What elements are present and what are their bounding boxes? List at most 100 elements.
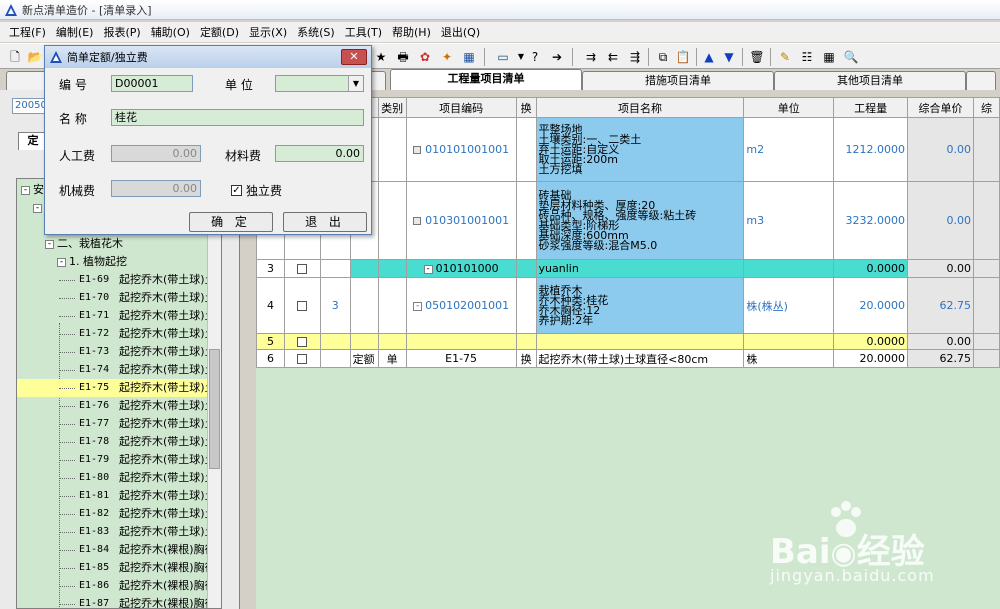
calculator-icon[interactable]: ▦ [460,48,478,66]
tree-item-e1-77[interactable]: E1-77 起挖乔木(带土球)土球 [17,415,221,433]
tree-item-e1-85[interactable]: E1-85 起挖乔木(裸根)胸径 [17,559,221,577]
arrow-right-icon[interactable]: ➔ [548,48,566,66]
tree-item-e1-76[interactable]: E1-76 起挖乔木(带土球)土球 [17,397,221,415]
move-up-icon[interactable]: ▲ [700,48,718,66]
row-unit[interactable]: m3 [743,181,835,260]
row-checkbox[interactable] [283,349,321,368]
menu-exit[interactable]: 退出(Q) [436,24,485,40]
labor-cost-input[interactable]: 0.00 [111,145,201,162]
new-file-icon[interactable]: 🗋 [6,48,24,66]
machine-cost-input[interactable]: 0.00 [111,180,201,197]
list-icon[interactable]: ☷ [798,48,816,66]
search-icon[interactable]: 🔍 [842,48,860,66]
tree-item-e1-86[interactable]: E1-86 起挖乔木(裸根)胸径 [17,577,221,595]
tree-item-e1-75[interactable]: E1-75 起挖乔木(带土球)土球 [17,379,221,397]
row-quantity[interactable]: 20.0000 [833,277,909,334]
tab-other-items[interactable]: 其他项目清单 [774,71,966,90]
project-code-field[interactable]: 20050 [12,98,48,114]
tree-scrollbar[interactable] [207,179,221,608]
table-row[interactable]: 4 3 -050102001001 栽植乔木 乔木种类:桂花 乔木胸径:12 养护期:… [256,277,1000,334]
row-name[interactable]: 砖基础 垫层材料种类、厚度:20 砖品种、规格、强度等级:粘土砖 基础类型:阶梯… [535,181,745,260]
table-row[interactable]: 6 定额单 E1-75 换起挖乔木(带土球)土球直径<80cm 株 20.0000 62.7… [256,349,1000,368]
tree-item-e1-79[interactable]: E1-79 起挖乔木(带土球)土球 [17,451,221,469]
row-unit[interactable] [743,259,835,278]
code-input[interactable]: D00001 [111,75,193,92]
row-name[interactable]: yuanlin [535,259,745,278]
row-code[interactable]: 010101001001 [405,117,517,182]
ok-button[interactable]: 确 定 [189,212,273,232]
menu-system[interactable]: 系统(S) [292,24,340,40]
checkmark-icon[interactable]: ✓ [231,185,242,196]
menu-tools[interactable]: 工具(T) [340,24,387,40]
table-row[interactable]: 3 -010101000 yuanlin 0.0000 0.00 [256,259,1000,278]
name-input[interactable]: 桂花 [111,109,364,126]
tree-node[interactable]: - 二、栽植花木 [17,235,221,253]
indent-icon[interactable]: ⇉ [582,48,600,66]
dialog-titlebar[interactable]: 简单定额/独立费 [45,46,371,68]
independent-fee-checkbox[interactable]: ✓ 独立费 [231,182,282,199]
insert-icon[interactable]: ⇶ [626,48,644,66]
row-code[interactable]: E1-75 [405,349,517,368]
recycle-icon[interactable]: ✿ [416,48,434,66]
row-code[interactable] [405,333,517,350]
collapse-icon[interactable]: - [21,185,30,195]
tree-item-e1-84[interactable]: E1-84 起挖乔木(裸根)胸径 [17,541,221,559]
row-checkbox[interactable] [283,333,321,350]
tab-measures[interactable]: 措施项目清单 [582,71,774,90]
row-name[interactable]: 平整场地 土壤类别:一、二类土 弃土运距:自定义 取土运距:200m 土方挖填 [535,117,745,182]
material-cost-input[interactable]: 0.00 [275,145,364,162]
tree-item-e1-70[interactable]: E1-70 起挖乔木(带土球)土球 [17,289,221,307]
collapse-icon[interactable]: - [423,264,433,274]
row-code[interactable]: 010301001001 [405,181,517,260]
menu-display[interactable]: 显示(X) [244,24,292,40]
move-down-icon[interactable]: ▼ [720,48,738,66]
close-icon[interactable]: ✕ [341,49,367,65]
tree-item-e1-83[interactable]: E1-83 起挖乔木(带土球)土球 [17,523,221,541]
menu-edit[interactable]: 编制(E) [51,24,99,40]
tree-item-e1-73[interactable]: E1-73 起挖乔木(带土球)土球 [17,343,221,361]
row-name[interactable] [535,333,745,350]
copy-icon[interactable]: ⧉ [654,48,672,66]
menu-help[interactable]: 帮助(H) [387,24,436,40]
row-quantity[interactable]: 0.0000 [833,259,909,278]
menu-quota[interactable]: 定额(D) [195,24,244,40]
row-unit[interactable] [743,333,835,350]
monitor-icon[interactable]: ▭ [494,48,512,66]
table-row[interactable]: 5 0.0000 0.00 [256,333,1000,350]
menu-assist[interactable]: 辅助(O) [146,24,195,40]
star-icon[interactable]: ★ [372,48,390,66]
exit-button[interactable]: 退 出 [283,212,367,232]
open-folder-icon[interactable]: 📂 [26,48,44,66]
pencil-icon[interactable]: ✎ [776,48,794,66]
menu-report[interactable]: 报表(P) [98,24,145,40]
row-unit[interactable]: 株 [743,349,835,368]
tree-item-e1-78[interactable]: E1-78 起挖乔木(带土球)土球 [17,433,221,451]
row-code[interactable]: -010101000 [405,259,517,278]
collapse-icon[interactable]: - [45,239,54,249]
collapse-icon[interactable]: - [33,203,42,213]
row-checkbox[interactable] [283,259,321,278]
row-quantity[interactable]: 0.0000 [833,333,909,350]
tree-item-e1-80[interactable]: E1-80 起挖乔木(带土球)土球 [17,469,221,487]
paste-icon[interactable]: 📋 [674,48,692,66]
row-quantity[interactable]: 1212.0000 [833,117,909,182]
row-unit[interactable]: 株(株丛) [743,277,835,334]
tab-more[interactable] [966,71,996,90]
row-unit[interactable]: m2 [743,117,835,182]
row-quantity[interactable]: 20.0000 [833,349,909,368]
tree-item-e1-82[interactable]: E1-82 起挖乔木(带土球)土球 [17,505,221,523]
tree-item-e1-74[interactable]: E1-74 起挖乔木(带土球)土球 [17,361,221,379]
row-quantity[interactable]: 3232.0000 [833,181,909,260]
tree-item-e1-69[interactable]: E1-69 起挖乔木(带土球)土球 [17,271,221,289]
help-icon[interactable]: ? [526,48,544,66]
collapse-icon[interactable]: - [57,257,66,267]
delete-icon[interactable]: 🗑 [748,48,766,66]
unit-select[interactable]: ▼ [275,75,364,92]
row-name[interactable]: 起挖乔木(带土球)土球直径<80cm [535,349,745,368]
tree-item-e1-71[interactable]: E1-71 起挖乔木(带土球)土球 [17,307,221,325]
outdent-icon[interactable]: ⇇ [604,48,622,66]
row-checkbox[interactable] [283,277,321,334]
tree-node[interactable]: -1. 植物起挖 [17,253,221,271]
tab-bill-quantity[interactable]: 工程量项目清单 [390,69,582,90]
row-code[interactable]: -050102001001 [405,277,517,334]
